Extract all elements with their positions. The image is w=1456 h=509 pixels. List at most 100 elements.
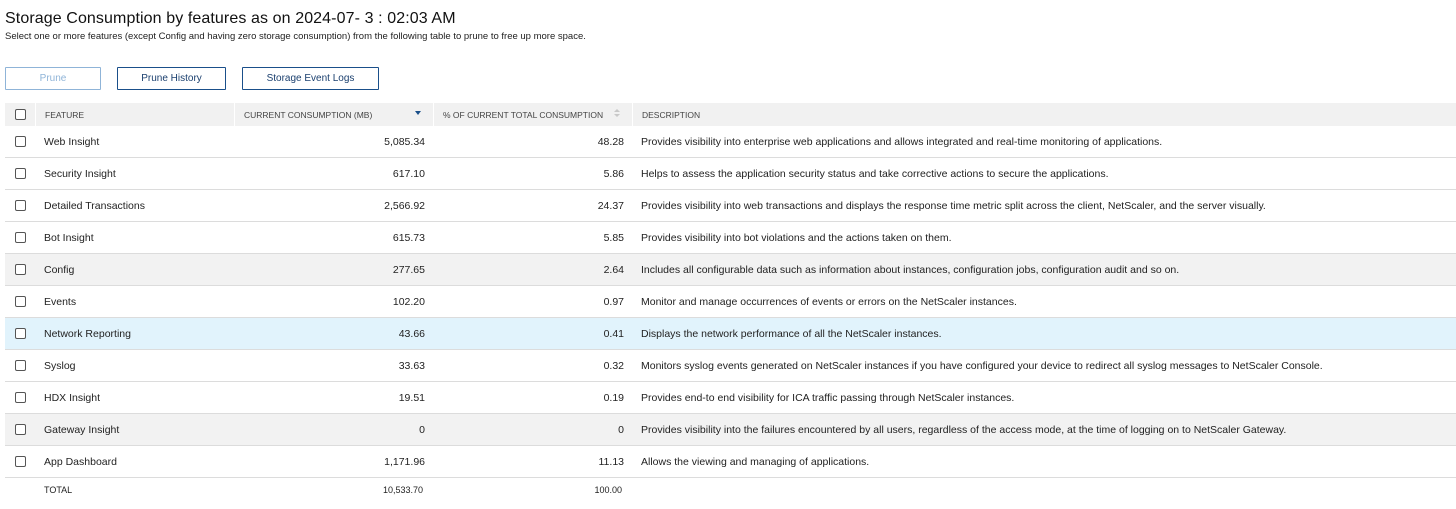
row-checkbox[interactable] [14,360,26,371]
percent-cell: 0.97 [603,295,624,308]
description-cell: Provides end-to end visibility for ICA t… [641,391,1015,404]
row-select-cell [5,136,35,147]
total-consumption: 10,533.70 [382,485,423,495]
row-checkbox[interactable] [14,136,26,147]
consumption-cell: 2,566.92 [384,199,425,212]
feature-cell: Syslog [44,359,76,372]
table-row[interactable]: Security Insight 617.10 5.86 Helps to asses… [5,158,1456,190]
feature-cell: Events [44,295,77,308]
row-select-cell [5,360,35,371]
row-select-cell [5,264,35,275]
percent-cell: 48.28 [597,135,624,148]
table-row[interactable]: Web Insight 5,085.34 48.28 Provides visibil… [5,126,1456,158]
consumption-cell: 19.51 [398,391,425,404]
table-row[interactable]: App Dashboard 1,171.96 11.13 Allows the vie… [5,446,1456,478]
row-checkbox[interactable] [14,424,26,435]
consumption-cell: 33.63 [398,359,425,372]
row-checkbox[interactable] [14,232,26,243]
row-select-cell [5,296,35,307]
table-row[interactable]: HDX Insight 19.51 0.19 Provides end-to end … [5,382,1456,414]
row-select-cell [5,200,35,211]
percent-cell: 11.13 [598,455,625,468]
column-header-consumption[interactable]: CURRENT CONSUMPTION (MB) [234,103,433,126]
consumption-cell: 617.10 [392,167,425,180]
percent-cell: 5.85 [603,231,624,244]
feature-cell: Web Insight [44,135,100,148]
consumption-cell: 1,171.96 [384,455,425,468]
description-cell: Provides visibility into the failures en… [641,423,1287,436]
table-row[interactable]: Gateway Insight 0 0 Provides visibility int… [5,414,1456,446]
percent-cell: 0.32 [603,359,624,372]
description-cell: Provides visibility into web transaction… [641,199,1266,212]
sort-descending-icon[interactable] [415,111,421,115]
column-header-feature[interactable]: FEATURE [35,103,234,126]
feature-cell: App Dashboard [44,455,117,468]
prune-history-button[interactable]: Prune History [117,67,226,90]
row-checkbox[interactable] [14,392,26,403]
consumption-cell: 277.65 [392,263,425,276]
row-select-cell [5,232,35,243]
description-cell: Includes all configurable data such as i… [641,263,1180,276]
description-cell: Allows the viewing and managing of appli… [641,455,870,468]
percent-cell: 5.86 [603,167,624,180]
description-cell: Helps to assess the application security… [641,167,1109,180]
row-select-cell [5,392,35,403]
description-cell: Monitor and manage occurrences of events… [641,295,1017,308]
percent-cell: 2.64 [603,263,624,276]
toolbar: Prune Prune History Storage Event Logs [5,67,379,90]
storage-consumption-page: Storage Consumption by features as on 20… [0,0,1456,509]
table-row[interactable]: Config 277.65 2.64 Includes all configurabl… [5,254,1456,286]
description-cell: Displays the network performance of all … [641,327,942,340]
storage-event-logs-button[interactable]: Storage Event Logs [242,67,379,90]
feature-cell: Network Reporting [44,327,131,340]
table-row[interactable]: Bot Insight 615.73 5.85 Provides visibility… [5,222,1456,254]
storage-table: FEATURE CURRENT CONSUMPTION (MB) % OF CU… [5,103,1456,502]
feature-cell: HDX Insight [44,391,101,404]
page-title: Storage Consumption by features as on 20… [5,10,456,27]
column-header-percent[interactable]: % OF CURRENT TOTAL CONSUMPTION [433,103,632,126]
percent-cell: 24.37 [597,199,624,212]
column-header-consumption-label: CURRENT CONSUMPTION (MB) [244,109,373,120]
description-cell: Provides visibility into bot violations … [641,231,952,244]
description-cell: Monitors syslog events generated on NetS… [641,359,1323,372]
select-all-cell [5,109,35,120]
description-cell: Provides visibility into enterprise web … [641,135,1163,148]
total-label: TOTAL [44,485,73,495]
feature-cell: Security Insight [44,167,116,180]
table-row[interactable]: Events 102.20 0.97 Monitor and manage occur… [5,286,1456,318]
sort-unsorted-icon[interactable] [614,109,620,119]
percent-cell: 0 [618,423,624,436]
row-checkbox[interactable] [14,328,26,339]
feature-cell: Detailed Transactions [44,199,145,212]
percent-cell: 0.41 [603,327,624,340]
feature-cell: Gateway Insight [44,423,120,436]
row-checkbox[interactable] [14,296,26,307]
row-select-cell [5,456,35,467]
consumption-cell: 615.73 [392,231,425,244]
row-checkbox[interactable] [14,200,26,211]
column-header-description[interactable]: DESCRIPTION [632,103,1456,126]
column-header-percent-label: % OF CURRENT TOTAL CONSUMPTION [443,109,604,120]
table-header: FEATURE CURRENT CONSUMPTION (MB) % OF CU… [5,103,1456,126]
table-body: Web Insight 5,085.34 48.28 Provides visibil… [5,126,1456,478]
consumption-cell: 43.66 [398,327,425,340]
consumption-cell: 102.20 [392,295,425,308]
table-row[interactable]: Detailed Transactions 2,566.92 24.37 Provid… [5,190,1456,222]
row-checkbox[interactable] [14,168,26,179]
page-subtitle: Select one or more features (except Conf… [5,31,586,42]
row-checkbox[interactable] [14,456,26,467]
table-row[interactable]: Syslog 33.63 0.32 Monitors syslog events ge… [5,350,1456,382]
select-all-checkbox[interactable] [14,109,26,120]
row-checkbox[interactable] [14,264,26,275]
prune-button[interactable]: Prune [5,67,101,90]
percent-cell: 0.19 [603,391,624,404]
table-row[interactable]: Network Reporting 43.66 0.41 Displays the n… [5,318,1456,350]
feature-cell: Bot Insight [44,231,94,244]
feature-cell: Config [44,263,75,276]
table-total-row: TOTAL 10,533.70 100.00 [5,478,1456,502]
row-select-cell [5,328,35,339]
row-select-cell [5,424,35,435]
row-select-cell [5,168,35,179]
consumption-cell: 5,085.34 [384,135,425,148]
consumption-cell: 0 [419,423,425,436]
